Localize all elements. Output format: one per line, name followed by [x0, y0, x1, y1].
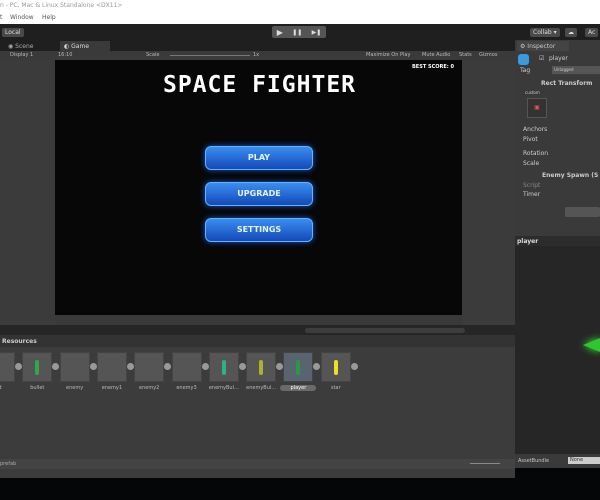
local-button[interactable]: Local: [2, 28, 24, 37]
script-label: Script: [523, 182, 541, 189]
sprite-icon: [35, 360, 40, 375]
assetbundle-dropdown[interactable]: None: [568, 457, 600, 464]
scale-value: 1x: [253, 52, 260, 58]
tab-scene[interactable]: ◉ Scene: [4, 41, 37, 51]
game-title: SPACE FIGHTER: [163, 72, 357, 98]
anchors-foldout[interactable]: Anchors: [523, 126, 547, 133]
add-component-button[interactable]: [565, 207, 600, 217]
folder-breadcrumb[interactable]: Resources: [0, 335, 515, 347]
game-view-bottom: [55, 315, 462, 325]
asset-thumbnail[interactable]: [59, 352, 90, 382]
asset-label: d: [0, 385, 18, 391]
sprite-icon: [333, 360, 338, 375]
rect-transform-header[interactable]: Rect Transform: [541, 80, 592, 87]
collab-button[interactable]: Collab ▾: [530, 28, 560, 37]
asset-label: enemyBul...: [208, 385, 239, 391]
asset-label: enemy3: [176, 385, 197, 391]
asset-thumbnail[interactable]: [246, 352, 277, 382]
tab-game[interactable]: ◐ Game: [60, 41, 110, 51]
search-field[interactable]: [305, 328, 465, 333]
project-footer: prefab: [0, 459, 515, 469]
active-checkbox[interactable]: ☑: [539, 55, 544, 62]
scene-panel: [0, 60, 55, 325]
gameobject-icon: [518, 54, 529, 65]
asset-label: enemy: [66, 385, 84, 391]
cloud-icon[interactable]: ☁: [565, 28, 577, 37]
prefab-expand-icon[interactable]: [126, 363, 134, 370]
project-toolbar: [0, 325, 515, 335]
title-bar: n - PC, Mac & Linux Standalone <DX11> t …: [0, 0, 600, 24]
prefab-expand-icon[interactable]: [350, 363, 358, 370]
gizmos-dropdown[interactable]: Gizmos: [479, 52, 497, 58]
window-title: n - PC, Mac & Linux Standalone <DX11>: [0, 2, 123, 9]
step-button[interactable]: ▶❚: [312, 29, 322, 36]
aspect-dropdown[interactable]: 16:10: [58, 52, 72, 58]
menu-item[interactable]: t: [0, 14, 2, 21]
prefab-expand-icon[interactable]: [89, 363, 97, 370]
anchor-preset-icon[interactable]: ▣: [527, 98, 547, 118]
asset-label: player: [280, 385, 317, 391]
play-game-button[interactable]: PLAY: [205, 146, 313, 170]
asset-thumbnail[interactable]: [134, 352, 165, 382]
pivot-label: Pivot: [523, 136, 538, 143]
preview-header: player: [515, 236, 600, 246]
sprite-icon: [259, 360, 264, 375]
scale-label: Scale: [146, 52, 160, 58]
prefab-expand-icon[interactable]: [238, 363, 246, 370]
assetbundle-label: AssetBundle: [518, 458, 550, 464]
game-toolbar: Display 1 16:10 Scale 1x Maximize On Pla…: [0, 51, 515, 60]
assetbundle-bar: AssetBundle None: [515, 454, 600, 468]
stats-toggle[interactable]: Stats: [459, 52, 472, 58]
play-button[interactable]: ▶: [277, 28, 283, 37]
tab-inspector[interactable]: ⚙ Inspector: [517, 41, 569, 51]
mute-audio-toggle[interactable]: Mute Audio: [422, 52, 450, 58]
anchor-preset-label: custom: [525, 90, 540, 95]
sprite-icon: [296, 360, 301, 375]
tab-game-label: Game: [71, 43, 90, 50]
asset-thumbnail[interactable]: [283, 352, 314, 382]
asset-label: bullet: [30, 385, 45, 391]
sprite-icon: [221, 360, 226, 375]
asset-thumbnail[interactable]: [0, 352, 15, 382]
pause-button[interactable]: ❚❚: [292, 29, 302, 36]
player-ship-preview: [583, 338, 600, 352]
display-dropdown[interactable]: Display 1: [10, 52, 33, 58]
maximize-on-play-toggle[interactable]: Maximize On Play: [366, 52, 410, 58]
prefab-expand-icon[interactable]: [15, 363, 22, 370]
upgrade-button[interactable]: UPGRADE: [205, 182, 313, 206]
scale-field-label: Scale: [523, 160, 540, 167]
settings-button[interactable]: SETTINGS: [205, 218, 313, 242]
asset-thumbnail[interactable]: [320, 352, 351, 382]
inspector-panel: ⚙ Inspector ☑ player Tag Untagged Rect T…: [515, 40, 600, 240]
scale-slider[interactable]: [170, 55, 250, 56]
tag-label: Tag: [520, 67, 531, 74]
menu-window[interactable]: Window: [10, 14, 34, 21]
asset-label: enemyBul...: [246, 385, 277, 391]
tab-inspector-label: Inspector: [527, 43, 556, 50]
tag-dropdown[interactable]: Untagged: [552, 66, 600, 74]
asset-thumbnail[interactable]: [96, 352, 127, 382]
account-button[interactable]: Ac: [585, 28, 599, 37]
tab-scene-label: Scene: [15, 43, 34, 50]
preview-area[interactable]: [515, 246, 600, 454]
rotation-label: Rotation: [523, 150, 549, 157]
menu-help[interactable]: Help: [42, 14, 56, 21]
play-controls: ▶ ❚❚ ▶❚: [272, 26, 326, 38]
object-name-field[interactable]: player: [549, 55, 568, 62]
game-view-margin: [462, 60, 515, 325]
asset-thumbnail[interactable]: [208, 352, 239, 382]
asset-thumbnail[interactable]: [171, 352, 202, 382]
asset-label: star: [330, 385, 341, 391]
asset-label: enemy1: [101, 385, 123, 391]
timer-label: Timer: [523, 191, 541, 198]
prefab-expand-icon[interactable]: [201, 363, 209, 370]
asset-label: enemy2: [139, 385, 160, 391]
asset-thumbnail[interactable]: [22, 352, 53, 382]
icon-size-slider[interactable]: [470, 463, 500, 464]
best-score: BEST SCORE: 0: [412, 64, 454, 70]
selected-asset-path: prefab: [0, 461, 17, 467]
enemy-spawn-component[interactable]: Enemy Spawn (S: [542, 172, 598, 179]
